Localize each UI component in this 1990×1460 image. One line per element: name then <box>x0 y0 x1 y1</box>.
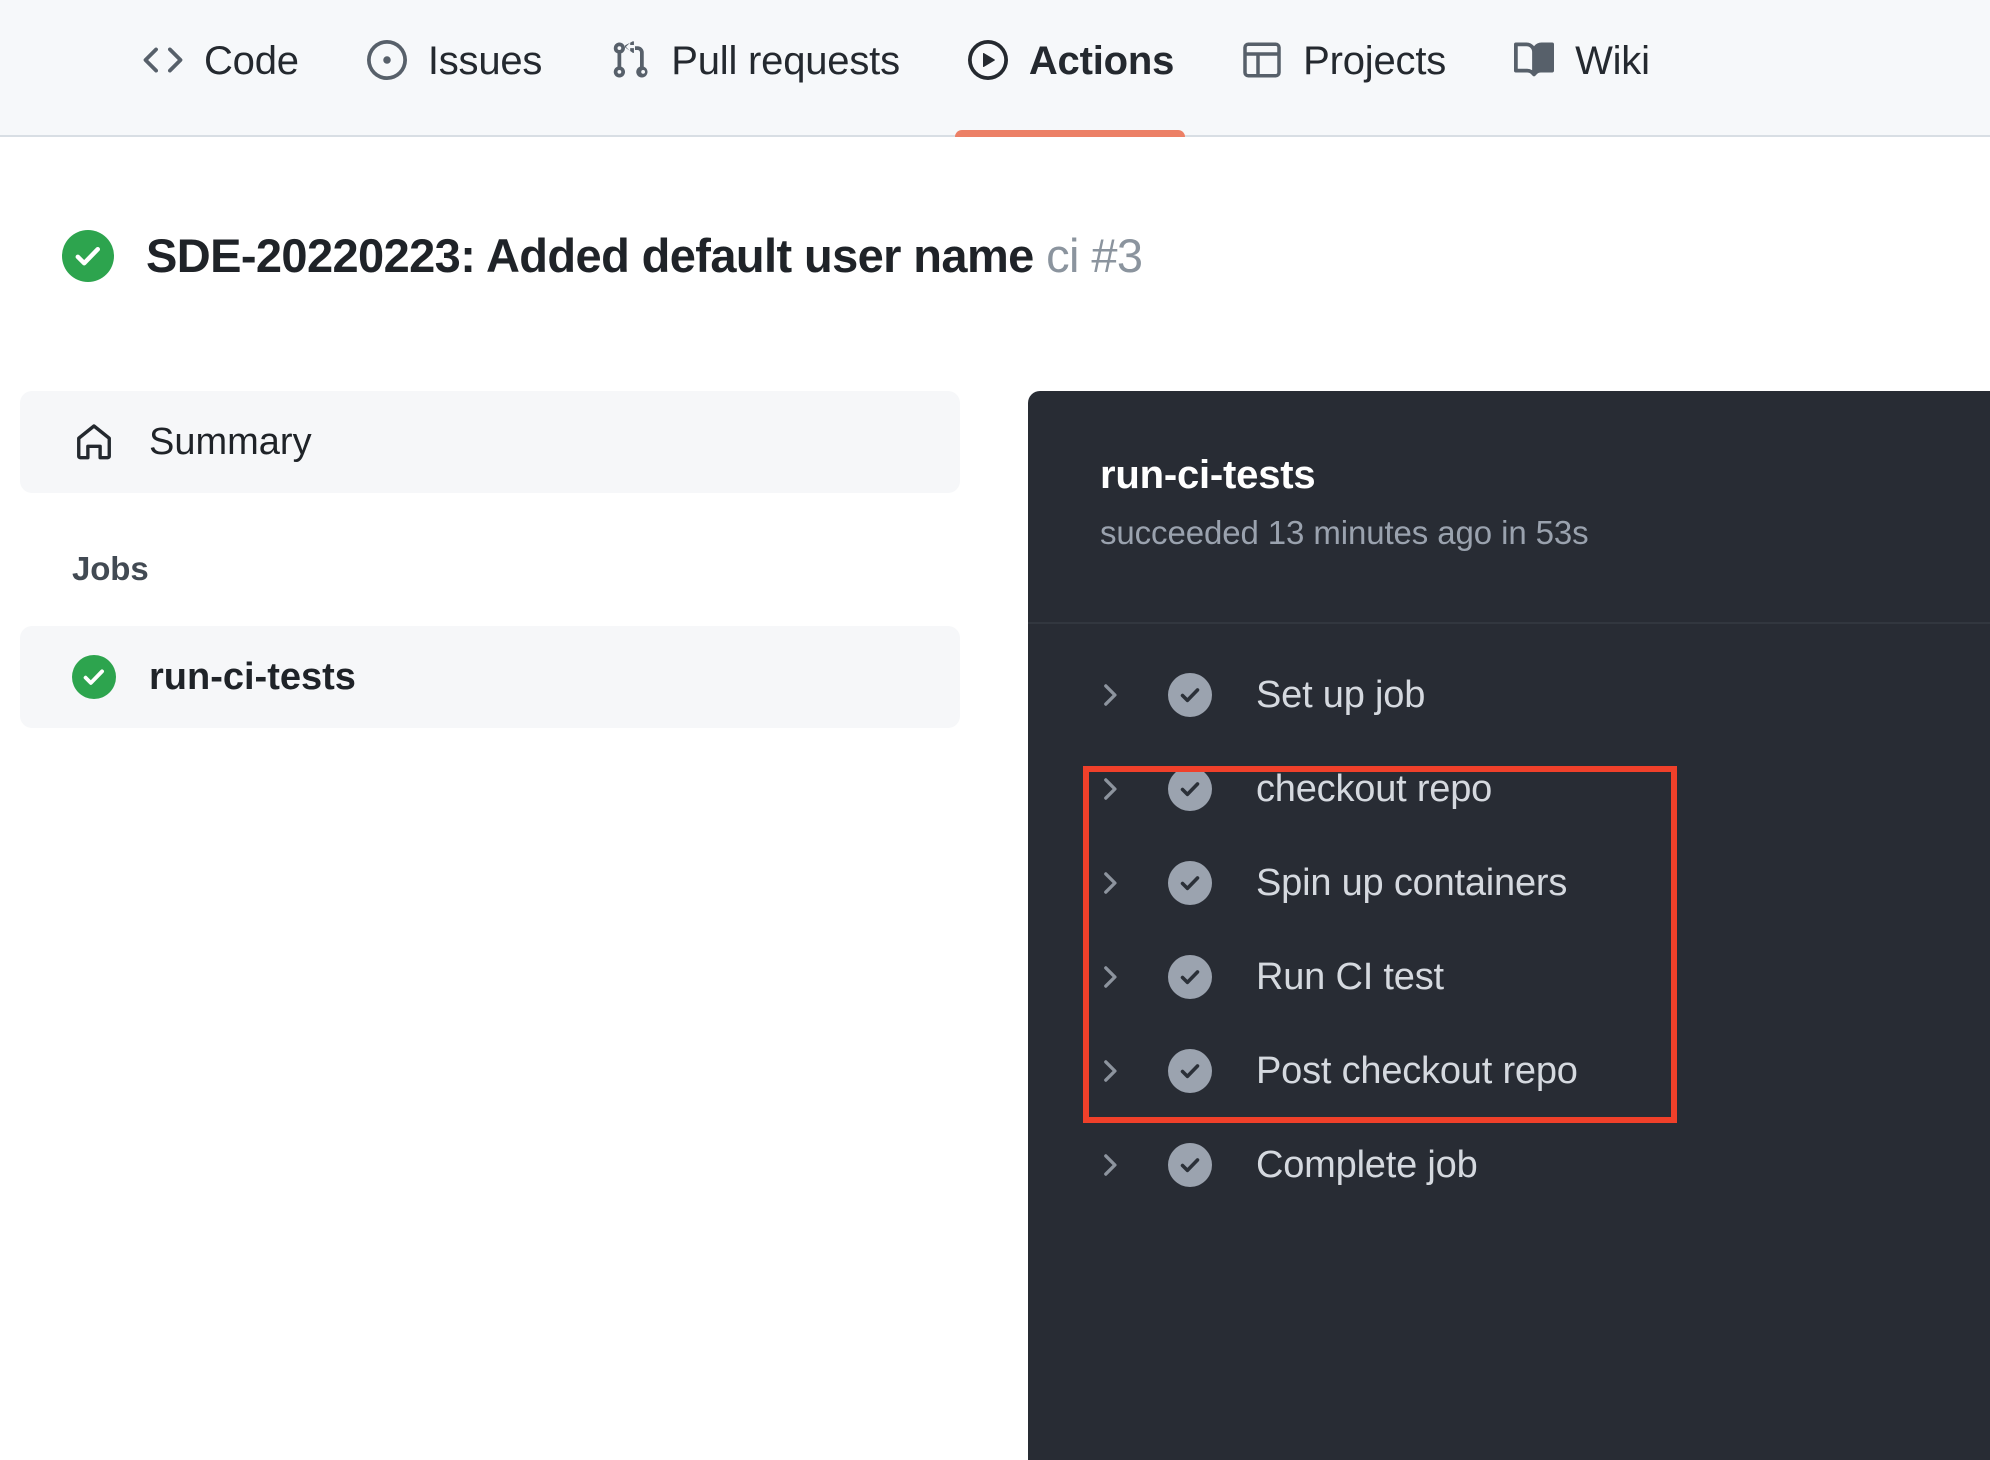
step-row[interactable]: Run CI test <box>1028 930 1990 1024</box>
chevron-right-icon[interactable] <box>1090 957 1130 997</box>
run-title-text: SDE-20220223: Added default user name <box>146 229 1034 282</box>
check-circle-icon <box>1168 767 1212 811</box>
check-circle-icon <box>1168 955 1212 999</box>
play-circle-icon <box>966 38 1010 82</box>
tab-label: Issues <box>427 38 543 83</box>
sidebar-job-run-ci-tests[interactable]: run-ci-tests <box>20 626 960 728</box>
job-log-panel: run-ci-tests succeeded 13 minutes ago in… <box>1028 391 1990 1460</box>
sidebar-item-label: Summary <box>149 420 312 463</box>
table-icon <box>1240 38 1284 82</box>
check-circle-icon <box>1168 1143 1212 1187</box>
chevron-right-icon[interactable] <box>1090 1145 1130 1185</box>
issue-opened-icon <box>365 38 409 82</box>
step-label: Run CI test <box>1256 955 1444 998</box>
run-header: SDE-20220223: Added default user name ci… <box>62 228 1143 283</box>
tab-actions[interactable]: Actions <box>933 0 1207 137</box>
tab-projects[interactable]: Projects <box>1207 0 1479 137</box>
step-row[interactable]: Complete job <box>1028 1118 1990 1212</box>
check-circle-icon <box>1168 1049 1212 1093</box>
step-label: checkout repo <box>1256 767 1493 810</box>
tab-issues[interactable]: Issues <box>332 0 575 137</box>
chevron-right-icon[interactable] <box>1090 769 1130 809</box>
tab-code[interactable]: Code <box>108 0 332 137</box>
step-row[interactable]: checkout repo <box>1028 742 1990 836</box>
jobs-heading: Jobs <box>72 550 149 587</box>
step-label: Set up job <box>1256 673 1426 716</box>
run-number: ci #3 <box>1046 229 1143 282</box>
home-icon <box>72 420 116 464</box>
sidebar: Summary Jobs run-ci-tests <box>20 391 960 728</box>
tab-pull-requests[interactable]: Pull requests <box>575 0 933 137</box>
step-label: Spin up containers <box>1256 861 1568 904</box>
jobs-list: run-ci-tests <box>20 626 960 728</box>
tab-label: Actions <box>1028 38 1175 83</box>
chevron-right-icon[interactable] <box>1090 863 1130 903</box>
check-circle-icon <box>1168 673 1212 717</box>
sidebar-item-summary[interactable]: Summary <box>20 391 960 493</box>
step-label: Complete job <box>1256 1143 1478 1186</box>
check-circle-icon <box>72 655 116 699</box>
tab-label: Pull requests <box>671 38 900 83</box>
step-row[interactable]: Post checkout repo <box>1028 1024 1990 1118</box>
tab-wiki[interactable]: Wiki <box>1479 0 1683 137</box>
tab-label: Projects <box>1303 38 1447 83</box>
chevron-right-icon[interactable] <box>1090 1051 1130 1091</box>
book-icon <box>1512 38 1556 82</box>
job-name: run-ci-tests <box>1100 453 1316 497</box>
tab-label: Wiki <box>1575 38 1650 83</box>
job-log-header: run-ci-tests succeeded 13 minutes ago in… <box>1028 391 1990 624</box>
git-pull-request-icon <box>608 38 652 82</box>
check-circle-icon <box>1168 861 1212 905</box>
repo-nav: Code Issues Pull requests Actions Projec… <box>0 0 1990 137</box>
step-row[interactable]: Set up job <box>1028 648 1990 742</box>
job-status-text: succeeded 13 minutes ago in 53s <box>1100 514 1589 551</box>
chevron-right-icon[interactable] <box>1090 675 1130 715</box>
step-label: Post checkout repo <box>1256 1049 1578 1092</box>
check-circle-icon <box>62 229 114 282</box>
job-steps-list: Set up job checkout repo Spin up contain… <box>1028 624 1990 1212</box>
step-row[interactable]: Spin up containers <box>1028 836 1990 930</box>
tab-label: Code <box>204 38 299 83</box>
page-title: SDE-20220223: Added default user name ci… <box>146 228 1143 283</box>
sidebar-job-label: run-ci-tests <box>149 655 356 698</box>
code-icon <box>141 38 185 82</box>
